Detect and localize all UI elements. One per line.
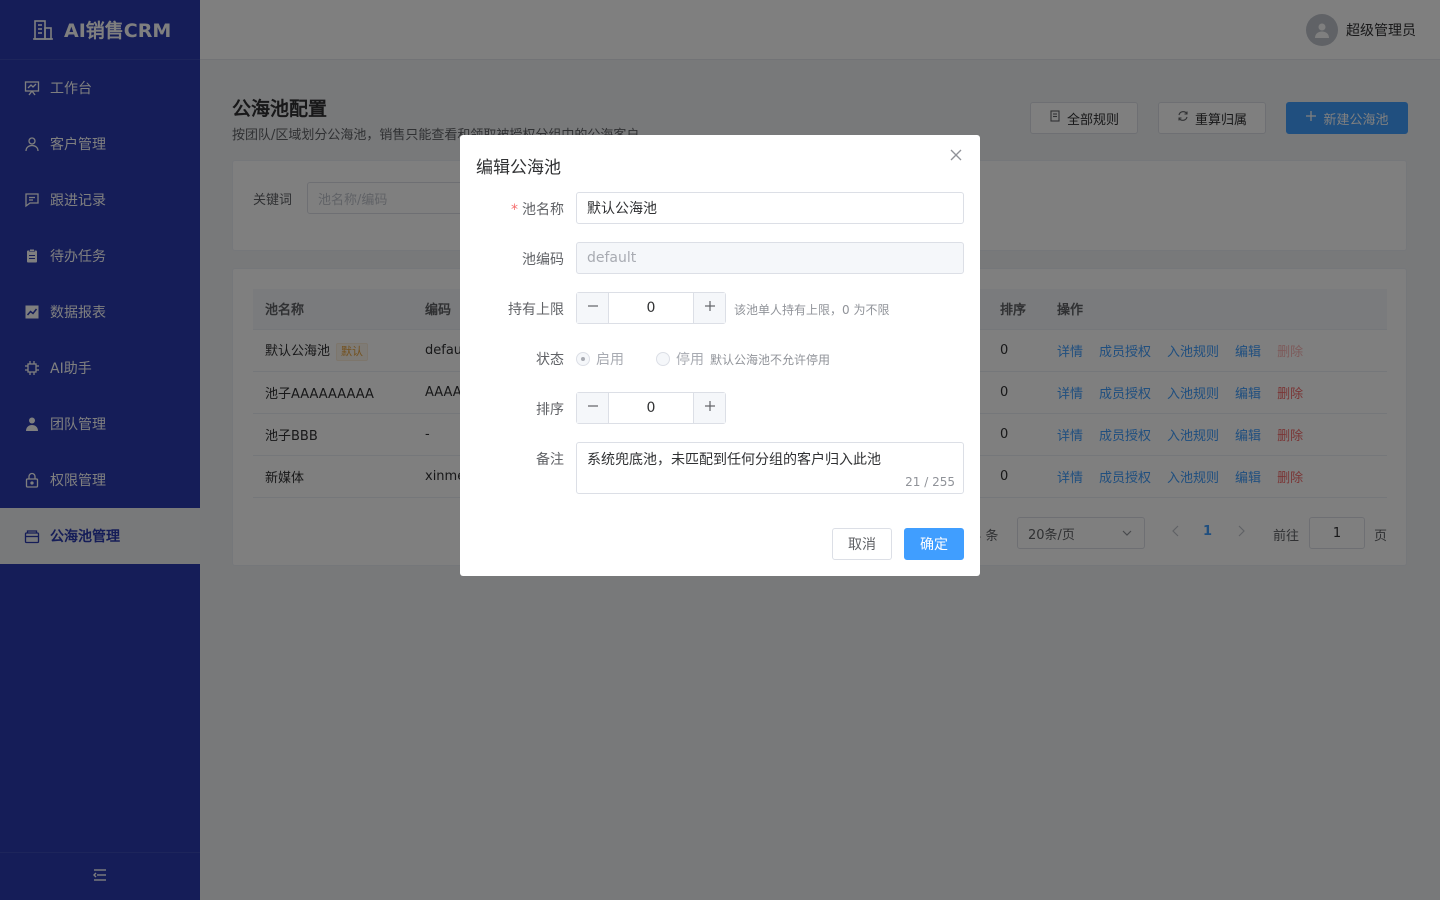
limit-stepper: 0 — [576, 292, 726, 324]
minus-icon — [587, 300, 599, 316]
close-icon — [950, 149, 962, 165]
sort-input[interactable]: 0 — [609, 393, 693, 423]
sort-label: 排序 — [536, 402, 564, 418]
limit-increment-button[interactable] — [693, 293, 725, 323]
status-label: 状态 — [536, 352, 564, 368]
name-label: * 池名称 — [511, 199, 564, 219]
limit-label: 持有上限 — [508, 302, 564, 318]
status-enabled-label: 启用 — [596, 352, 624, 368]
name-label-text: 池名称 — [522, 202, 564, 218]
required-mark: * — [511, 202, 518, 218]
remark-textarea[interactable]: 系统兜底池，未匹配到任何分组的客户归入此池 21 / 255 — [576, 442, 964, 494]
radio-checked-icon — [576, 352, 590, 366]
dialog-title: 编辑公海池 — [476, 158, 561, 178]
status-disabled-label: 停用 — [676, 352, 704, 368]
code-label: 池编码 — [522, 252, 564, 268]
name-input[interactable]: 默认公海池 — [576, 192, 964, 224]
remark-label: 备注 — [536, 452, 564, 468]
cancel-button[interactable]: 取消 — [832, 528, 892, 560]
plus-icon — [704, 300, 716, 316]
code-input: default — [576, 242, 964, 274]
limit-input[interactable]: 0 — [609, 293, 693, 323]
limit-decrement-button[interactable] — [577, 293, 609, 323]
sort-stepper: 0 — [576, 392, 726, 424]
status-disabled-radio: 停用 默认公海池不允许停用 — [656, 349, 830, 369]
radio-unchecked-icon — [656, 352, 670, 366]
edit-pool-dialog: 编辑公海池 * 池名称 默认公海池 池编码 default 持有上限 0 该池单人… — [460, 135, 980, 576]
confirm-button[interactable]: 确定 — [904, 528, 964, 560]
status-note: 默认公海池不允许停用 — [710, 352, 831, 367]
plus-icon — [704, 400, 716, 416]
status-enabled-radio: 启用 — [576, 349, 624, 369]
limit-hint: 该池单人持有上限，0 为不限 — [734, 303, 890, 317]
remark-text: 系统兜底池，未匹配到任何分组的客户归入此池 — [587, 452, 881, 468]
minus-icon — [587, 400, 599, 416]
close-button[interactable] — [948, 149, 964, 165]
sort-increment-button[interactable] — [693, 393, 725, 423]
remark-count: 21 / 255 — [905, 475, 955, 489]
sort-decrement-button[interactable] — [577, 393, 609, 423]
